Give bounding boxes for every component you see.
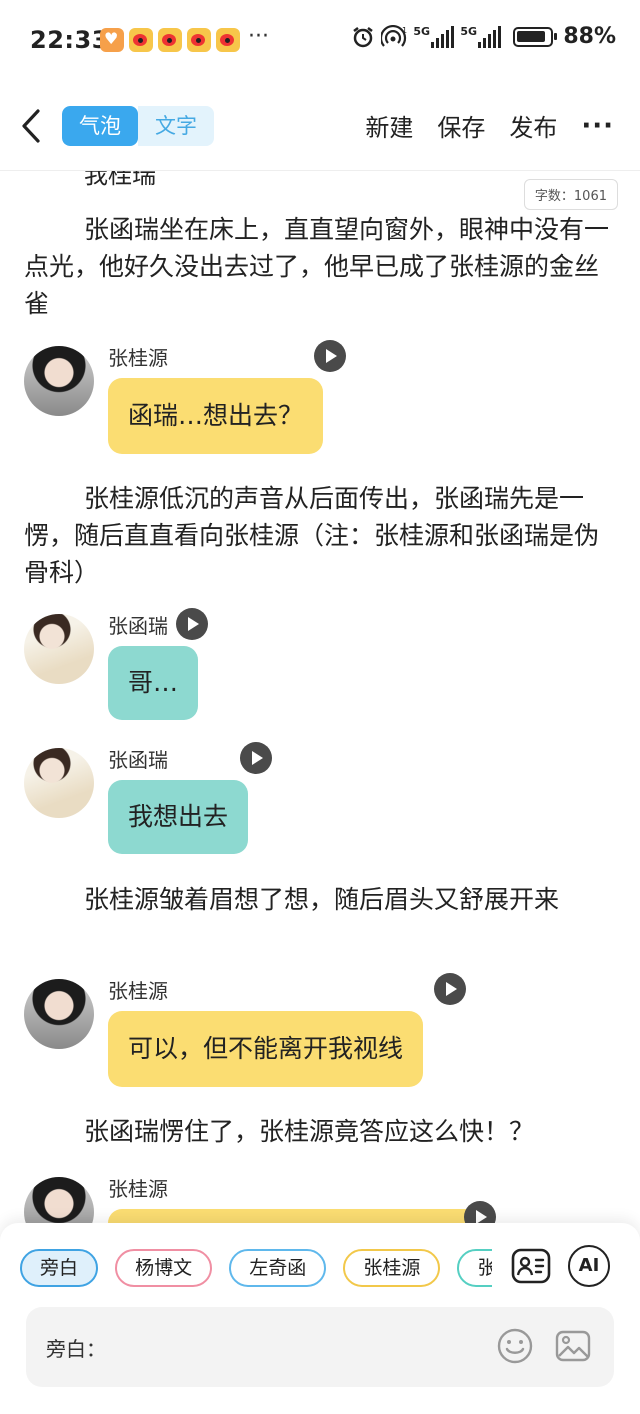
message-bubble[interactable]: 可以，但不能离开我视线	[108, 1011, 424, 1087]
tab-bubble[interactable]: 气泡	[62, 106, 138, 146]
image-icon[interactable]	[554, 1327, 592, 1365]
message-bubble[interactable]: 我想出去	[108, 780, 249, 854]
message-bubble[interactable]: 函瑞…想出去？	[108, 378, 324, 454]
tab-text[interactable]: 文字	[138, 106, 214, 146]
play-voice-icon[interactable]	[314, 340, 346, 372]
character-chip[interactable]: 张桂源	[343, 1249, 441, 1287]
back-arrow-icon[interactable]	[18, 106, 48, 146]
avatar[interactable]	[24, 614, 94, 684]
more-notifications-icon: ···	[248, 24, 269, 49]
battery-percent: 88%	[563, 24, 616, 49]
signal-icon: 5G	[413, 25, 455, 48]
input-speaker-label: 旁白：	[46, 1337, 106, 1361]
narration-paragraph[interactable]: 张函瑞坐在床上，直直望向窗外，眼神中没有一点光，他好久没出去过了，他早已成了张桂…	[24, 211, 620, 322]
publish-button[interactable]: 发布	[509, 108, 557, 143]
avatar[interactable]	[24, 346, 94, 416]
top-nav: 气泡 文字 新建 保存 发布 ···	[0, 96, 640, 160]
weibo-app-icon	[158, 28, 182, 52]
ai-icon[interactable]: AI	[568, 1245, 610, 1287]
character-chip[interactable]: 张函瑞	[457, 1249, 492, 1287]
nav-actions: 新建 保存 发布 ···	[365, 108, 640, 143]
character-chip[interactable]: 杨博文	[115, 1249, 213, 1287]
play-voice-icon[interactable]	[176, 608, 208, 640]
editor-content[interactable]: 我桂瑞 字数：1061 张函瑞坐在床上，直直望向窗外，眼神中没有一点光，他好久没…	[0, 171, 640, 1223]
character-selector: 旁白 杨博文 左奇函 张桂源 张函瑞	[20, 1249, 492, 1289]
emoji-icon[interactable]	[496, 1327, 534, 1365]
system-icons: 1 5G 5G 88%	[351, 24, 616, 49]
speaker-name: 张函瑞	[108, 748, 168, 772]
narration-paragraph[interactable]: 张桂源低沉的声音从后面传出，张函瑞先是一愣，随后直直看向张桂源（注：张桂源和张函…	[24, 480, 620, 591]
speaker-name: 张函瑞	[108, 614, 168, 638]
word-count-badge: 字数：1061	[523, 179, 618, 210]
speaker-name: 张桂源	[108, 1177, 168, 1201]
svg-text:1: 1	[402, 26, 407, 35]
weibo-app-icon	[216, 28, 240, 52]
character-chip-narrator[interactable]: 旁白	[20, 1249, 99, 1287]
play-voice-icon[interactable]	[464, 1201, 496, 1223]
mode-switch: 气泡 文字	[62, 106, 214, 146]
avatar[interactable]	[24, 1177, 94, 1223]
more-options-icon[interactable]: ···	[581, 111, 614, 141]
composer-panel: 旁白 杨博文 左奇函 张桂源 张函瑞 AI 旁白：	[0, 1223, 640, 1414]
message-bubble[interactable]	[108, 1209, 494, 1223]
save-button[interactable]: 保存	[437, 108, 485, 143]
narration-paragraph[interactable]: 张函瑞愣住了，张桂源竟答应这么快！？	[24, 1113, 620, 1150]
hotspot-icon: 1	[381, 24, 407, 47]
notification-icons	[100, 28, 240, 52]
narration-paragraph[interactable]: 张桂源皱着眉想了想，随后眉头又舒展开来	[24, 881, 620, 918]
status-bar: 22:33 ··· 1 5G 5G 88%	[0, 0, 640, 80]
speaker-name: 张桂源	[108, 346, 168, 370]
avatar[interactable]	[24, 979, 94, 1049]
character-chip[interactable]: 左奇函	[229, 1249, 327, 1287]
status-time: 22:33	[30, 26, 109, 54]
speaker-name: 张桂源	[108, 979, 168, 1003]
weibo-app-icon	[129, 28, 153, 52]
signal-icon: 5G	[460, 25, 502, 48]
play-voice-icon[interactable]	[434, 973, 466, 1005]
character-card-icon[interactable]	[510, 1245, 552, 1287]
new-button[interactable]: 新建	[365, 108, 413, 143]
battery-icon	[513, 26, 558, 47]
alarm-icon	[353, 26, 374, 47]
avatar[interactable]	[24, 748, 94, 818]
dialogue-input[interactable]: 旁白：	[26, 1307, 614, 1387]
play-voice-icon[interactable]	[240, 742, 272, 774]
heart-app-icon	[100, 28, 124, 52]
message-bubble[interactable]: 哥…	[108, 646, 199, 720]
weibo-app-icon	[187, 28, 211, 52]
cut-off-text: 我桂瑞	[84, 171, 156, 189]
